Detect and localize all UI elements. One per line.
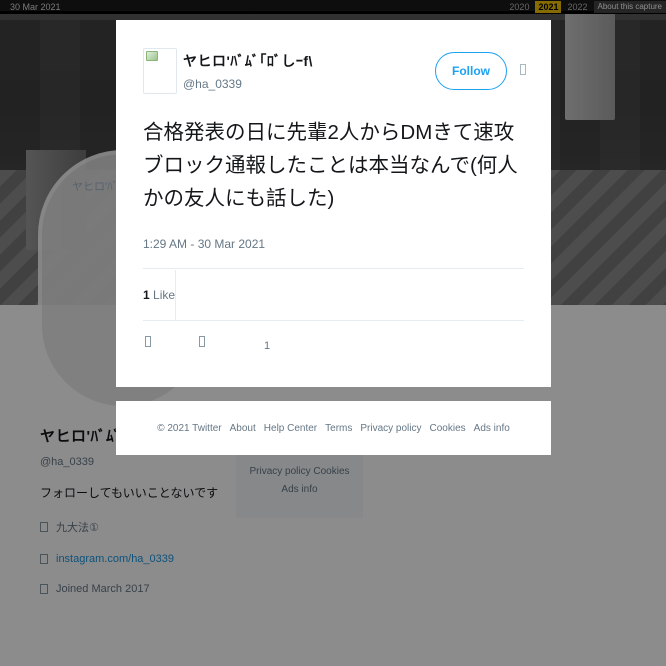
likes-label: Like (153, 288, 176, 302)
author-avatar[interactable] (143, 48, 177, 94)
twitter-footer: © 2021 Twitter About Help Center Terms P… (116, 401, 551, 455)
tweet-timestamp[interactable]: 1:29 AM - 30 Mar 2021 (143, 237, 265, 251)
reply-action[interactable] (145, 336, 151, 350)
footer-link-ads[interactable]: Ads info (474, 423, 510, 434)
footer-link-privacy[interactable]: Privacy policy (360, 423, 421, 434)
likes-count: 1 (143, 288, 150, 302)
stats-divider-top (143, 268, 524, 269)
like-count: 1 (264, 340, 271, 352)
footer-copyright: © 2021 Twitter (157, 422, 222, 434)
like-action[interactable]: 1 (264, 340, 270, 352)
chevron-down-icon[interactable] (520, 64, 526, 75)
tweet-stats[interactable]: 1 Like (143, 288, 175, 302)
tweet-text: 合格発表の日に先輩2人からDMきて速攻ブロック通報したことは本当なんで(何人かの… (143, 121, 518, 210)
follow-button[interactable]: Follow (435, 52, 507, 90)
footer-link-cookies[interactable]: Cookies (430, 423, 466, 434)
author-name[interactable]: ヤヒロ'ﾊﾞﾑﾞ｢ﾛﾞしｰf\ (183, 51, 313, 71)
tweet-modal: ヤヒロ'ﾊﾞﾑﾞ｢ﾛﾞしｰf\ @ha_0339 Follow 合格発表の日に先… (116, 20, 551, 387)
stats-separator (175, 270, 176, 320)
footer-link-terms[interactable]: Terms (325, 423, 352, 434)
broken-image-icon (146, 51, 158, 61)
author-handle[interactable]: @ha_0339 (183, 77, 242, 91)
stats-divider-bottom (143, 320, 524, 321)
retweet-icon (199, 336, 205, 347)
retweet-action[interactable] (199, 336, 205, 350)
footer-link-about[interactable]: About (230, 423, 256, 434)
footer-link-help[interactable]: Help Center (264, 423, 317, 434)
reply-icon (145, 336, 151, 347)
